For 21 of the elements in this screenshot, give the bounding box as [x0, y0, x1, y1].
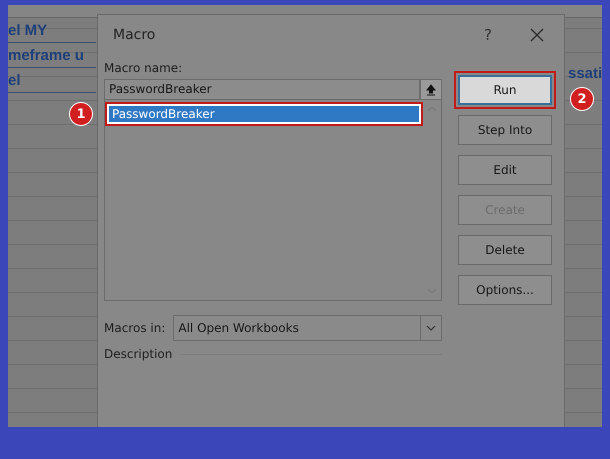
dialog-button[interactable]: Options...	[458, 275, 552, 305]
dialog-button[interactable]: Run	[458, 75, 552, 105]
help-button[interactable]: ?	[484, 26, 492, 44]
macros-in-dropdown[interactable]: All Open Workbooks	[173, 315, 442, 341]
dialog-button[interactable]: Edit	[458, 155, 552, 185]
macro-name-field[interactable]: PasswordBreaker	[104, 79, 420, 100]
window-title: Macro	[113, 27, 156, 43]
cell-text: meframe u	[8, 46, 84, 64]
upload-button[interactable]	[420, 79, 442, 100]
dialog-button[interactable]: Step Into	[458, 115, 552, 145]
chevron-down-icon	[426, 325, 436, 331]
close-icon[interactable]	[530, 28, 544, 42]
cell-text: el	[8, 72, 21, 88]
field-label: Description	[104, 347, 172, 361]
field-label: Macro name:	[104, 61, 184, 75]
cell-text: ssati	[568, 65, 602, 82]
dialog-button[interactable]: Delete	[458, 235, 552, 265]
field-label: Macros in:	[104, 321, 166, 335]
list-item[interactable]: PasswordBreaker	[109, 106, 419, 122]
upload-icon	[426, 84, 436, 96]
cell-text: el MY	[8, 22, 48, 38]
